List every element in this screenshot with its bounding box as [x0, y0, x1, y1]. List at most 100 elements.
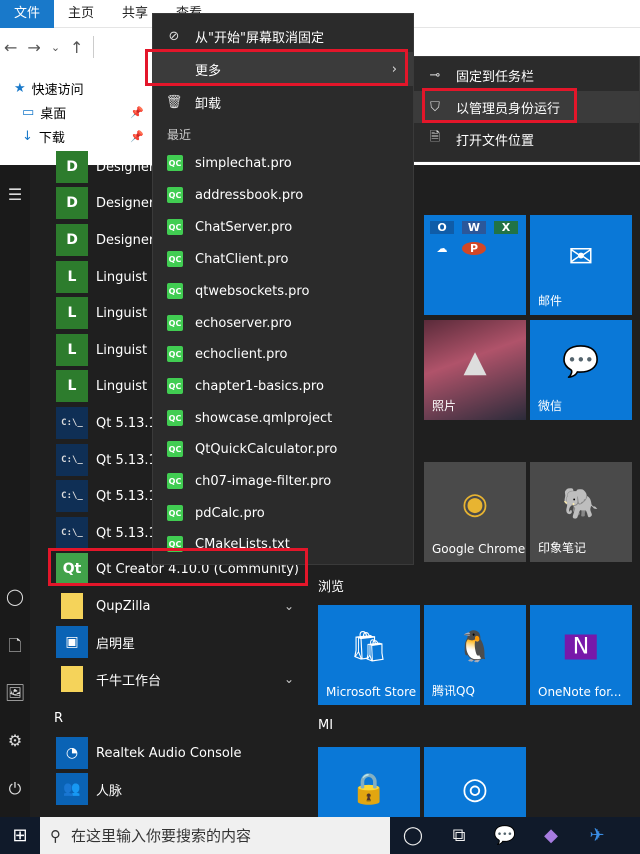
folder-icon — [56, 663, 88, 695]
app-item[interactable]: ▣ 启明星 — [48, 624, 310, 660]
photos-tile[interactable]: ▲ 照片 — [424, 320, 526, 420]
photo-icon: ▲ — [463, 344, 487, 380]
star-icon: ★ — [14, 80, 26, 96]
people-icon: 👥 — [56, 773, 88, 805]
recent-item[interactable]: QC qtwebsockets.pro — [153, 275, 413, 307]
section-letter-r[interactable]: R — [54, 711, 63, 726]
recent-item[interactable]: QC ChatClient.pro — [153, 243, 413, 275]
forward-arrow-icon[interactable]: → — [27, 38, 40, 57]
qt-file-icon: QC — [167, 536, 183, 552]
recent-item[interactable]: QC QtQuickCalculator.pro — [153, 433, 413, 465]
app-item[interactable]: 千牛工作台 ⌄ — [48, 661, 310, 697]
up-arrow-icon[interactable]: ↑ — [70, 38, 83, 57]
group-mi[interactable]: MI — [318, 718, 333, 733]
recent-item[interactable]: QC simplechat.pro — [153, 147, 413, 179]
menu-run-as-admin[interactable]: ⛉ 以管理员身份运行 — [414, 91, 639, 123]
recent-item[interactable]: QC addressbook.pro — [153, 179, 413, 211]
mi-tile-1[interactable]: 🔒 — [318, 747, 420, 817]
linguist-icon: L — [56, 261, 88, 293]
store-tile[interactable]: 🛍 Microsoft Store — [318, 605, 420, 705]
gauge-icon: ◎ — [461, 771, 489, 807]
taskbar-search-box[interactable]: ⚲ 在这里输入你要搜索的内容 — [40, 817, 390, 854]
app-label: 千牛工作台 — [96, 673, 162, 689]
terminal-icon: C:\_ — [56, 407, 88, 439]
excel-icon: X — [494, 221, 518, 234]
menu-uninstall[interactable]: 🗑 卸载 — [153, 86, 413, 118]
menu-label: 更多 — [195, 63, 222, 79]
menu-label: simplechat.pro — [195, 155, 292, 171]
menu-label: showcase.qmlproject — [195, 410, 333, 426]
menu-more[interactable]: 更多 › — [153, 52, 413, 86]
recent-item[interactable]: QC CMakeLists.txt — [153, 528, 413, 560]
feishu-icon[interactable]: ✈ — [574, 825, 620, 846]
nav-downloads[interactable]: ↓ 下载 📌 — [0, 124, 150, 148]
office-tile[interactable]: O W X ☁ P — [424, 215, 526, 315]
nav-label: 快速访问 — [31, 82, 84, 98]
linguist-icon: L — [56, 334, 88, 366]
mi-tile-2[interactable]: ◎ — [424, 747, 526, 817]
visual-studio-icon[interactable]: ◆ — [528, 825, 574, 846]
linguist-icon: L — [56, 297, 88, 329]
recent-item[interactable]: QC showcase.qmlproject — [153, 402, 413, 434]
recent-item[interactable]: QC pdCalc.pro — [153, 497, 413, 529]
settings-gear-icon[interactable]: ⚙ — [0, 731, 30, 750]
qq-tile[interactable]: 🐧 腾讯QQ — [424, 605, 526, 705]
recent-item[interactable]: QC echoserver.pro — [153, 307, 413, 339]
qq-penguin-icon: 🐧 — [456, 629, 494, 665]
terminal-icon: C:\_ — [56, 444, 88, 476]
menu-pin-taskbar[interactable]: ⊸ 固定到任务栏 — [414, 59, 639, 91]
hamburger-icon[interactable]: ☰ — [0, 185, 30, 204]
chrome-tile[interactable]: ◉ Google Chrome — [424, 462, 526, 562]
app-item[interactable]: ◔ Realtek Audio Console — [48, 735, 310, 771]
pin-icon: 📌 — [130, 105, 144, 119]
pictures-icon[interactable]: 🖼 — [0, 683, 30, 702]
wechat-tile[interactable]: 💬 微信 — [530, 320, 632, 420]
windows-start-icon[interactable]: ⊞ — [0, 825, 40, 846]
user-avatar-icon[interactable]: ◯ — [0, 587, 30, 606]
nav-quick-access[interactable]: ★ 快速访问 — [0, 76, 150, 100]
app-item[interactable]: QupZilla ⌄ — [48, 588, 310, 624]
qt-file-icon: QC — [167, 315, 183, 331]
menu-label: qtwebsockets.pro — [195, 283, 310, 299]
app-label: Linguist — [96, 342, 148, 358]
qimingxing-icon: ▣ — [56, 626, 88, 658]
search-placeholder: 在这里输入你要搜索的内容 — [71, 827, 252, 845]
tab-file[interactable]: 文件 — [0, 0, 55, 28]
nav-desktop[interactable]: ▭ 桌面 📌 — [0, 100, 150, 124]
recent-item[interactable]: QC chapter1-basics.pro — [153, 370, 413, 402]
menu-unpin-start[interactable]: ⊘ 从"开始"屏幕取消固定 — [153, 20, 413, 52]
lock-icon: 🔒 — [350, 771, 388, 807]
recent-item[interactable]: QC echoclient.pro — [153, 338, 413, 370]
onenote-icon: N — [564, 634, 598, 660]
back-arrow-icon[interactable]: ← — [4, 38, 17, 57]
wechat-taskbar-icon[interactable]: 💬 — [482, 825, 528, 846]
mail-icon: ✉ — [568, 239, 594, 275]
mail-tile[interactable]: ✉ 邮件 — [530, 215, 632, 315]
word-icon: W — [462, 221, 486, 234]
file-location-icon: 🗎 — [429, 130, 441, 145]
evernote-icon: 🐘 — [562, 486, 600, 522]
trash-icon: 🗑 — [165, 94, 183, 110]
menu-open-file-location[interactable]: 🗎 打开文件位置 — [414, 123, 639, 155]
menu-label: CMakeLists.txt — [195, 536, 290, 552]
tile-label: 照片 — [432, 399, 457, 413]
folder-path-icon — [93, 36, 113, 58]
recent-item[interactable]: QC ChatServer.pro — [153, 211, 413, 243]
qt-file-icon: QC — [167, 283, 183, 299]
task-view-icon[interactable]: ⧉ — [436, 825, 482, 846]
evernote-tile[interactable]: 🐘 印象笔记 — [530, 462, 632, 562]
nav-pane: ★ 快速访问 ▭ 桌面 📌 ↓ 下载 📌 — [0, 76, 150, 148]
qt-file-icon: QC — [167, 505, 183, 521]
qt-file-icon: QC — [167, 155, 183, 171]
group-browse[interactable]: 浏览 — [318, 576, 344, 595]
recent-item[interactable]: QC ch07-image-filter.pro — [153, 465, 413, 497]
chevron-down-icon[interactable]: ⌄ — [51, 41, 60, 54]
tab-home[interactable]: 主页 — [54, 0, 108, 28]
menu-label: ChatServer.pro — [195, 219, 293, 235]
document-icon[interactable]: 🗋 — [0, 635, 30, 662]
search-icon: ⚲ — [50, 826, 61, 845]
app-item[interactable]: 👥 人脉 — [48, 771, 310, 807]
power-icon[interactable]: ⏻ — [0, 779, 30, 799]
cortana-icon[interactable]: ◯ — [390, 825, 436, 846]
onenote-tile[interactable]: N OneNote for... — [530, 605, 632, 705]
